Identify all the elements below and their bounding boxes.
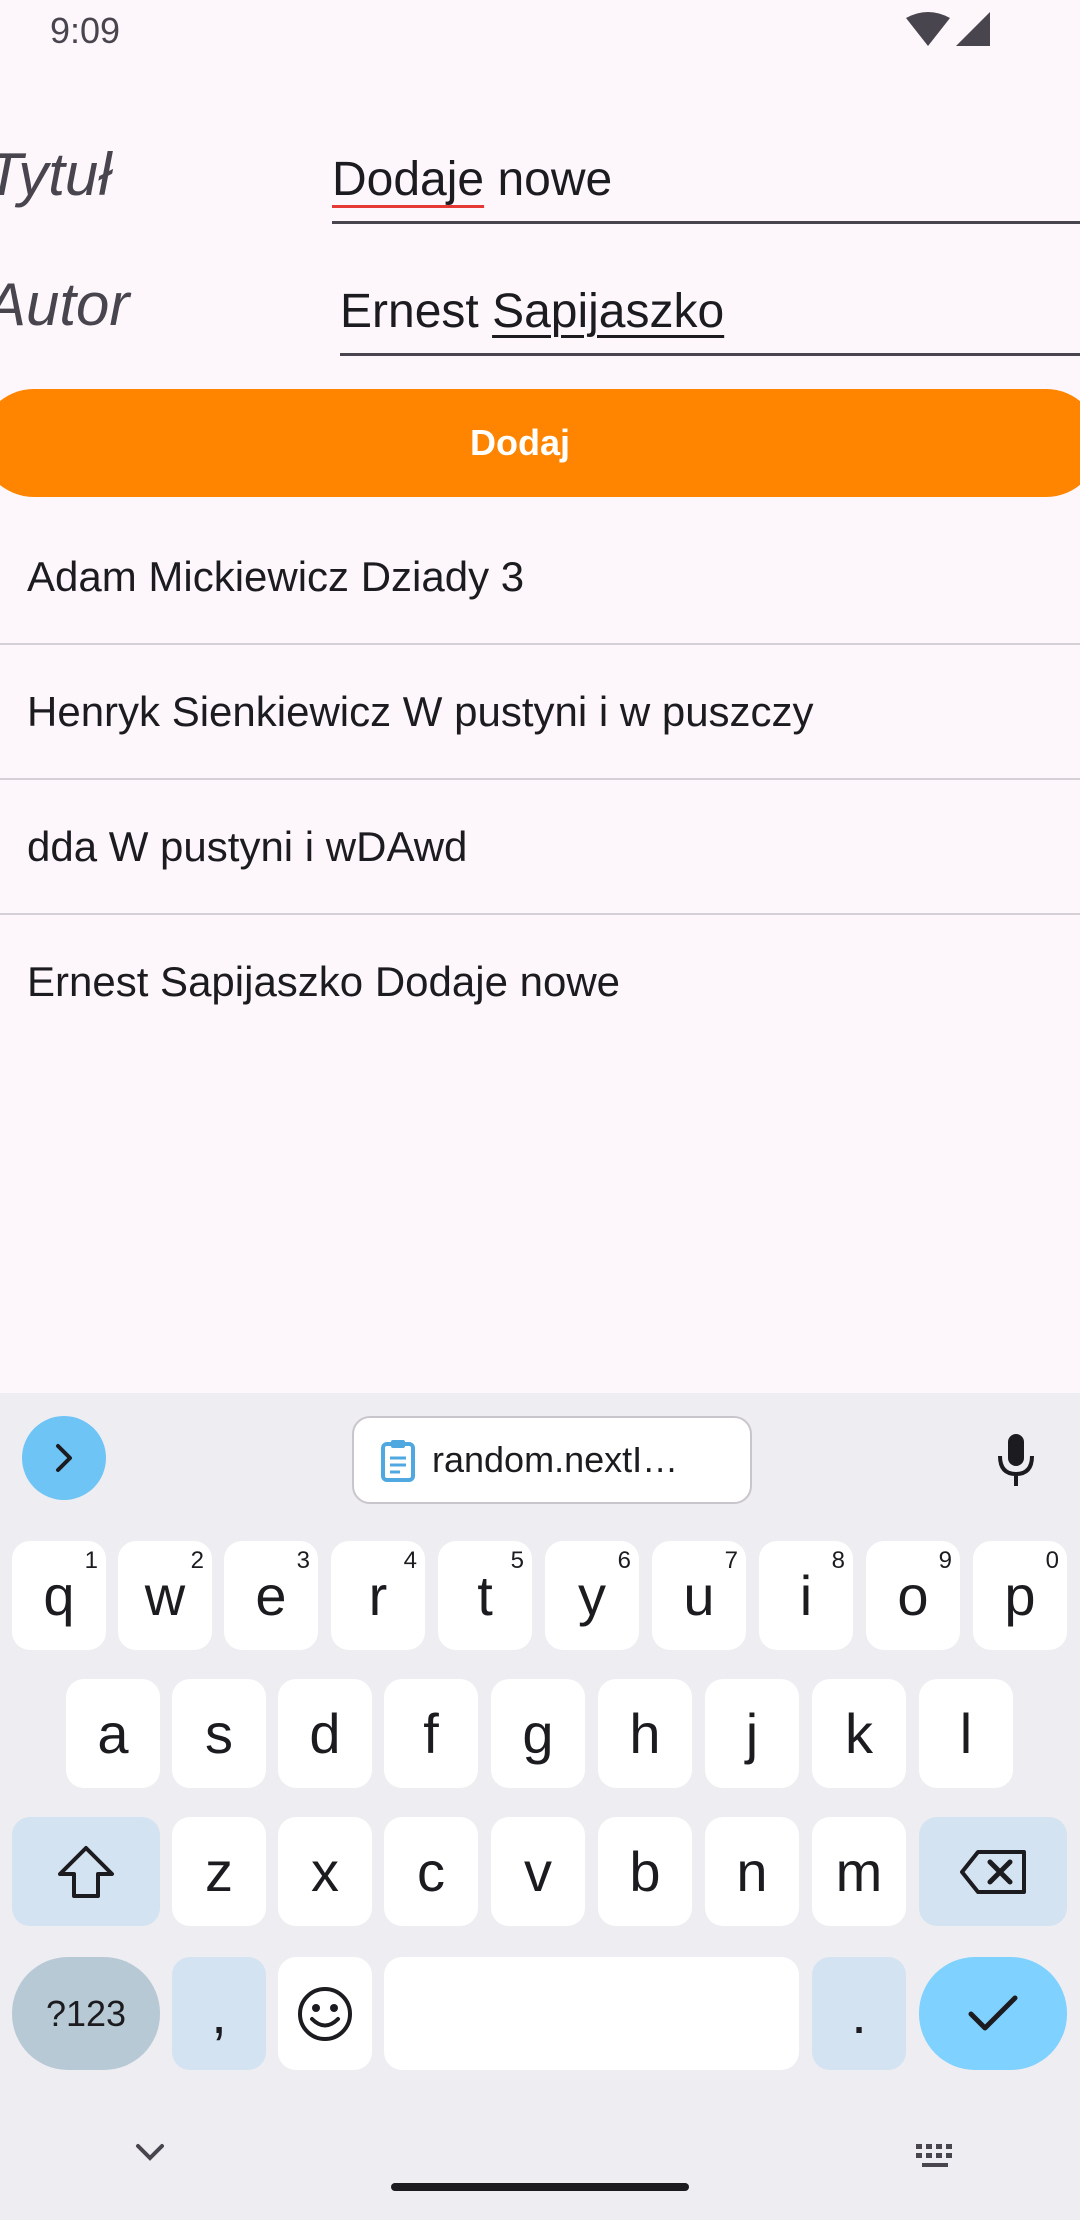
list-item-text: Adam Mickiewicz Dziady 3	[27, 553, 525, 600]
key-l[interactable]: l	[919, 1679, 1013, 1788]
hide-keyboard-button[interactable]	[120, 2130, 180, 2174]
key-g[interactable]: g	[491, 1679, 585, 1788]
symbols-key[interactable]: ?123	[12, 1957, 160, 2070]
key-k[interactable]: k	[812, 1679, 906, 1788]
list-item-text: Henryk Sienkiewicz W pustyni i w puszczy	[27, 688, 814, 735]
key-x[interactable]: x	[278, 1817, 372, 1926]
comma-key[interactable]: ,	[172, 1957, 266, 2070]
microphone-icon	[998, 1434, 1034, 1486]
list-item[interactable]: Henryk Sienkiewicz W pustyni i w puszczy	[0, 645, 1080, 779]
key-c[interactable]: c	[384, 1817, 478, 1926]
space-key[interactable]	[384, 1957, 799, 2070]
author-input-underline	[340, 353, 1080, 356]
period-key[interactable]: .	[812, 1957, 906, 2070]
key-t[interactable]: t5	[438, 1541, 532, 1650]
chevron-right-icon	[56, 1444, 72, 1472]
clipboard-icon	[381, 1440, 415, 1482]
done-key[interactable]	[919, 1957, 1067, 2070]
emoji-key[interactable]	[278, 1957, 372, 2070]
shift-key[interactable]	[12, 1817, 160, 1926]
key-s[interactable]: s	[172, 1679, 266, 1788]
key-a[interactable]: a	[66, 1679, 160, 1788]
chevron-down-icon	[136, 2144, 164, 2161]
key-m[interactable]: m	[812, 1817, 906, 1926]
backspace-icon	[960, 1849, 1026, 1894]
keyboard	[0, 1393, 1080, 2220]
title-input-word1: Dodaje	[332, 153, 485, 206]
author-label: Autor	[0, 271, 130, 338]
key-n[interactable]: n	[705, 1817, 799, 1926]
shift-icon	[58, 1845, 114, 1898]
expand-toolbar-button[interactable]	[22, 1416, 106, 1500]
status-time: 9:09	[50, 10, 121, 51]
title-input-underline	[332, 221, 1080, 224]
keyboard-icon	[916, 2144, 952, 2167]
signal-icon	[956, 12, 990, 46]
key-v[interactable]: v	[491, 1817, 585, 1926]
backspace-key[interactable]	[919, 1817, 1067, 1926]
add-button-label: Dodaj	[469, 422, 570, 463]
emoji-icon	[298, 1986, 352, 2041]
author-input-word2: Sapijaszko	[492, 285, 725, 338]
clipboard-suggestion-text: random.nextI…	[432, 1439, 679, 1480]
key-e[interactable]: e3	[224, 1541, 318, 1650]
wifi-icon	[906, 12, 950, 46]
key-i[interactable]: i8	[759, 1541, 853, 1650]
key-h[interactable]: h	[598, 1679, 692, 1788]
key-f[interactable]: f	[384, 1679, 478, 1788]
key-j[interactable]: j	[705, 1679, 799, 1788]
key-p[interactable]: p0	[973, 1541, 1067, 1650]
clipboard-suggestion-chip[interactable]: random.nextI…	[352, 1416, 752, 1504]
title-label: Tytuł	[0, 141, 112, 208]
voice-input-button[interactable]	[974, 1418, 1058, 1502]
list-item[interactable]: Ernest Sapijaszko Dodaje nowe	[0, 915, 1080, 1049]
list-item-text: dda W pustyni i wDAwd	[27, 823, 468, 870]
author-input[interactable]: Ernest Sapijaszko	[340, 284, 724, 339]
status-icons	[906, 12, 990, 46]
key-o[interactable]: o9	[866, 1541, 960, 1650]
key-w[interactable]: w2	[118, 1541, 212, 1650]
key-z[interactable]: z	[172, 1817, 266, 1926]
key-y[interactable]: y6	[545, 1541, 639, 1650]
keyboard-switch-button[interactable]	[906, 2136, 966, 2176]
key-r[interactable]: r4	[331, 1541, 425, 1650]
title-input-word2: nowe	[484, 153, 613, 206]
author-input-word1: Ernest	[340, 285, 493, 338]
key-b[interactable]: b	[598, 1817, 692, 1926]
key-q[interactable]: q1	[12, 1541, 106, 1650]
title-input[interactable]: Dodaje nowe	[332, 152, 612, 207]
list-item-text: Ernest Sapijaszko Dodaje nowe	[27, 958, 621, 1005]
list-item[interactable]: Adam Mickiewicz Dziady 3	[0, 510, 1080, 644]
checkmark-icon	[968, 1995, 1018, 2030]
list-item[interactable]: dda W pustyni i wDAwd	[0, 780, 1080, 914]
navigation-handle[interactable]	[391, 2183, 689, 2191]
key-d[interactable]: d	[278, 1679, 372, 1788]
key-u[interactable]: u7	[652, 1541, 746, 1650]
add-button[interactable]: Dodaj	[0, 389, 1080, 497]
